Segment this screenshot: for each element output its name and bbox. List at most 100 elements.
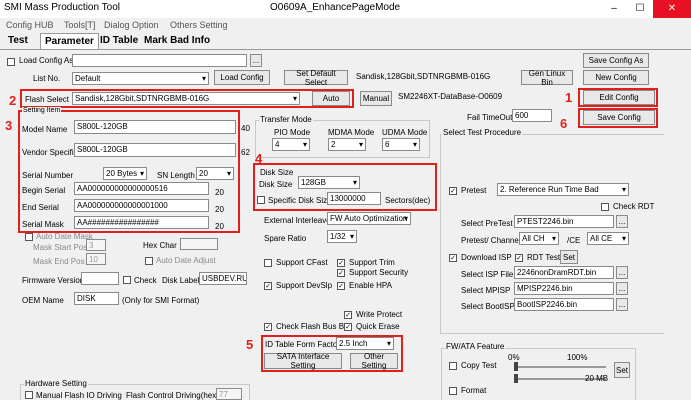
specific-disk-size-field[interactable]: 13000000 (327, 192, 381, 205)
menu-others-setting[interactable]: Others Setting (170, 20, 228, 30)
check-rdt-checkbox[interactable] (601, 203, 609, 211)
pretest-channel-select[interactable]: All CH (519, 232, 559, 245)
save-config-as-button[interactable]: Save Config As (583, 53, 649, 68)
database-text: SM2246XT-DataBase-O0609 (398, 92, 503, 101)
format-checkbox[interactable] (449, 387, 457, 395)
fw-ata-set-button[interactable]: Set (614, 362, 630, 378)
specific-disk-size-checkbox[interactable] (257, 196, 265, 204)
manual-button[interactable]: Manual (360, 91, 392, 106)
disk-size-select[interactable]: 128GB (298, 176, 360, 189)
quick-erase-checkbox[interactable]: ✓ (344, 323, 352, 331)
serial-number-label: Serial Number (22, 171, 74, 180)
fail-timeout-field[interactable]: 600 (512, 109, 552, 122)
other-setting-button[interactable]: Other Setting (350, 352, 398, 370)
udma-mode-select[interactable]: 6 (382, 138, 420, 151)
write-protect-checkbox[interactable]: ✓ (344, 311, 352, 319)
enable-hpa-checkbox[interactable]: ✓ (337, 282, 345, 290)
support-devslp-label: Support DevSlp (276, 281, 333, 290)
select-bootisp-field[interactable]: BootISP2246.bin (514, 298, 614, 311)
serial-mask-field[interactable]: AA################ (74, 216, 209, 229)
rdt-test-checkbox[interactable]: ✓ (515, 254, 523, 262)
load-config-button[interactable]: Load Config (214, 70, 270, 85)
gen-linux-bin-button[interactable]: Gen Linux Bin (521, 69, 573, 87)
support-devslp-checkbox[interactable]: ✓ (264, 282, 272, 290)
select-mpisp-label: Select MPISP (461, 286, 511, 295)
fail-timeout-label: Fail TimeOut (467, 113, 513, 122)
auto-button[interactable]: Auto (312, 91, 350, 106)
transfer-mode-title: Transfer Mode (259, 115, 313, 124)
check-flash-bus-bit-checkbox[interactable]: ✓ (264, 323, 272, 331)
begin-serial-field[interactable]: AA000000000000000516 (74, 182, 209, 195)
oem-name-field[interactable]: DISK (74, 292, 119, 305)
firmware-version-field[interactable] (81, 272, 119, 285)
end-serial-field[interactable]: AA000000000000001000 (74, 199, 209, 212)
load-config-browse-button[interactable]: ... (250, 54, 262, 67)
mask-start-pos-field[interactable]: 3 (86, 239, 106, 251)
download-isp-checkbox[interactable]: ✓ (449, 254, 457, 262)
hex-char-field[interactable] (180, 238, 218, 250)
download-isp-label: Download ISP (461, 253, 512, 262)
external-interleave-select[interactable]: FW Auto Optimization (327, 212, 411, 225)
sn-length-select[interactable]: 20 (196, 167, 234, 180)
flash-select-dropdown[interactable]: Sandisk,128Gbit,SDTNRGBMB-016G (72, 92, 300, 105)
maximize-icon[interactable]: ☐ (627, 0, 653, 18)
specific-disk-size-label: Specific Disk Size (268, 196, 332, 205)
id-table-form-factor-select[interactable]: 2.5 Inch (336, 337, 394, 350)
begin-serial-label: Begin Serial (22, 186, 66, 195)
pct-0-label: 0% (508, 353, 520, 362)
write-protect-label: Write Protect (356, 310, 403, 319)
select-mpisp-browse-button[interactable]: ... (616, 282, 628, 295)
close-icon[interactable]: ✕ (653, 0, 691, 18)
annotation-number-5: 5 (246, 337, 254, 352)
minimize-icon[interactable]: – (601, 0, 627, 18)
pio-mode-select[interactable]: 4 (272, 138, 310, 151)
firmware-check-checkbox[interactable] (123, 276, 131, 284)
set-default-select-button[interactable]: Set Default Select (284, 69, 348, 87)
support-cfast-checkbox[interactable] (264, 259, 272, 267)
select-pretest-field[interactable]: PTEST2246.bin (514, 215, 614, 228)
sata-interface-setting-button[interactable]: SATA Interface Setting (264, 352, 342, 370)
document-title: O0609A_EnhancePageMode (270, 2, 401, 13)
auto-date-adjust-checkbox[interactable] (145, 257, 153, 265)
vendor-specific-field[interactable]: S800L-120GB (74, 143, 236, 157)
load-config-path-field[interactable] (72, 54, 247, 67)
mdma-mode-select[interactable]: 2 (328, 138, 366, 151)
model-name-field[interactable]: S800L-120GB (74, 120, 236, 134)
select-pretest-browse-button[interactable]: ... (616, 215, 628, 228)
select-mpisp-field[interactable]: MPISP2246.bin (514, 282, 614, 295)
tab-id-table[interactable]: ID Table (96, 33, 142, 48)
tab-test[interactable]: Test (4, 33, 32, 48)
copy-test-slider[interactable] (514, 366, 606, 368)
spare-ratio-select[interactable]: 1/32 (327, 230, 357, 243)
mask-end-pos-field[interactable]: 10 (86, 253, 106, 265)
tab-mark-bad-info[interactable]: Mark Bad Info (140, 33, 214, 48)
manual-flash-io-checkbox[interactable] (25, 391, 33, 399)
load-config-as-checkbox[interactable] (7, 58, 15, 66)
copy-test-slider-thumb[interactable] (514, 362, 518, 371)
select-isp-browse-button[interactable]: ... (616, 266, 628, 279)
support-trim-checkbox[interactable]: ✓ (337, 259, 345, 267)
annotation-box-1 (578, 88, 658, 107)
pretest-select[interactable]: 2. Reference Run Time Bad (497, 183, 629, 196)
size-slider-thumb[interactable] (514, 374, 518, 383)
select-bootisp-browse-button[interactable]: ... (616, 298, 628, 311)
tab-parameter[interactable]: Parameter (40, 33, 99, 49)
ce-select[interactable]: All CE (587, 232, 629, 245)
support-security-checkbox[interactable]: ✓ (337, 269, 345, 277)
select-isp-field[interactable]: 2246nonDramRDT.bin (514, 266, 614, 279)
rdt-set-button[interactable]: Set (560, 250, 578, 264)
serial-number-select[interactable]: 20 Bytes (103, 167, 147, 180)
serial-mask-label: Serial Mask (22, 220, 64, 229)
pretest-checkbox[interactable]: ✓ (449, 187, 457, 195)
copy-test-checkbox[interactable] (449, 362, 457, 370)
flash-control-driving-field[interactable]: 77 (216, 388, 242, 400)
list-no-select[interactable]: Default (72, 72, 209, 85)
support-security-label: Support Security (349, 268, 409, 277)
menu-dialog-option[interactable]: Dialog Option (104, 20, 159, 30)
menu-config-hub[interactable]: Config HUB (6, 20, 54, 30)
new-config-button[interactable]: New Config (583, 70, 649, 85)
menu-tools[interactable]: Tools[T] (64, 20, 96, 30)
disk-label-field[interactable]: USBDEV.RU (199, 272, 247, 285)
scrollbar[interactable] (664, 120, 690, 400)
auto-date-mask-checkbox[interactable] (25, 233, 33, 241)
